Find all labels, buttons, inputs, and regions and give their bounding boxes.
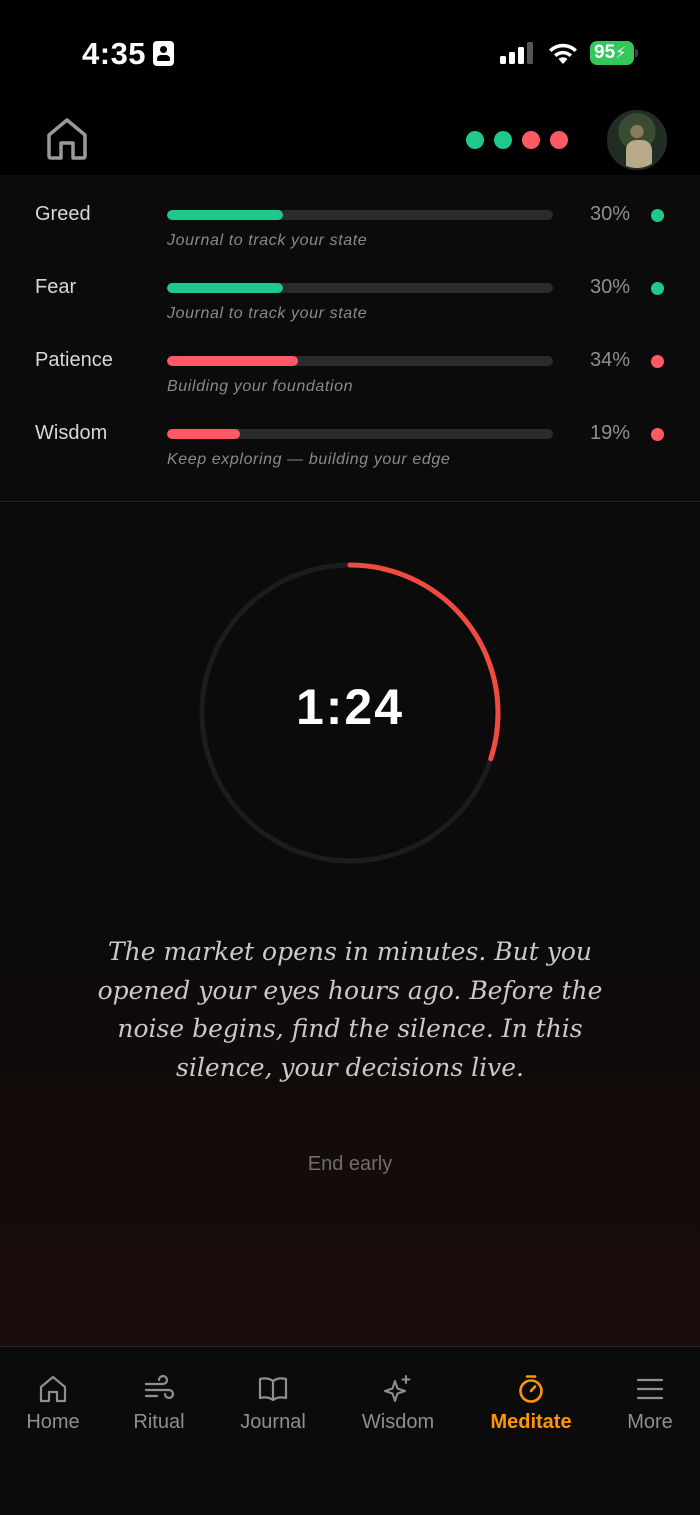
tab-ritual[interactable]: Ritual xyxy=(129,1373,189,1434)
emotion-percent: 30% xyxy=(589,276,630,298)
emotion-status-dot xyxy=(651,428,664,441)
emotion-row-greed: Greed Journal to track your state 30% xyxy=(0,175,700,249)
charging-bolt-icon: ⚡ xyxy=(615,45,627,62)
state-dot xyxy=(494,131,512,149)
tab-label: More xyxy=(627,1411,673,1433)
emotion-percent: 30% xyxy=(589,203,630,225)
emotion-bar-fill xyxy=(167,283,283,293)
tab-more[interactable]: More xyxy=(620,1373,680,1434)
meditation-quote: The market opens in minutes. But you ope… xyxy=(97,937,603,1082)
emotion-status-dot xyxy=(651,355,664,368)
emotion-bar-fill xyxy=(167,429,241,439)
id-card-icon xyxy=(153,41,174,66)
app-header xyxy=(0,105,700,175)
emotion-bar-track xyxy=(167,210,553,220)
avatar[interactable] xyxy=(607,110,667,170)
emotion-subtitle: Keep exploring — building your edge xyxy=(167,451,451,468)
emotion-bar-track xyxy=(167,283,553,293)
tab-label: Meditate xyxy=(490,1411,572,1433)
emotion-bar-fill xyxy=(167,356,299,366)
timer-display: 1:24 xyxy=(295,679,405,735)
tab-label: Ritual xyxy=(133,1411,185,1433)
emotion-label: Patience xyxy=(35,349,113,371)
emotion-bar-track xyxy=(167,429,553,439)
emotion-label: Wisdom xyxy=(35,422,108,444)
meditation-panel: 1:24 The market opens in minutes. But yo… xyxy=(0,503,700,1346)
tab-label: Journal xyxy=(240,1411,306,1433)
emotion-percent: 34% xyxy=(589,349,630,371)
state-dot xyxy=(550,131,568,149)
tab-meditate[interactable]: Meditate xyxy=(484,1373,578,1434)
battery-tip xyxy=(635,49,638,57)
tab-label: Wisdom xyxy=(361,1411,435,1433)
book-icon xyxy=(258,1377,288,1402)
emotion-bar-track xyxy=(167,356,553,366)
emotion-percent: 19% xyxy=(589,422,630,444)
timer-icon xyxy=(519,1375,543,1403)
emotion-status-dot xyxy=(651,209,664,222)
status-bar: 4:35 95⚡ xyxy=(0,0,700,105)
emotion-row-wisdom: Wisdom Keep exploring — building your ed… xyxy=(0,394,700,468)
wifi-icon xyxy=(549,43,577,64)
emotion-status-dot xyxy=(651,282,664,295)
end-early-button[interactable]: End early xyxy=(275,1153,425,1176)
home-icon xyxy=(39,1375,67,1403)
emotion-label: Greed xyxy=(35,203,91,225)
state-indicator-dots xyxy=(466,131,568,149)
menu-icon xyxy=(636,1378,664,1400)
emotion-bar-fill xyxy=(167,210,283,220)
state-dot xyxy=(522,131,540,149)
cellular-signal-icon xyxy=(500,42,536,64)
tab-wisdom[interactable]: Wisdom xyxy=(357,1373,439,1434)
emotion-label: Fear xyxy=(35,276,77,298)
battery-indicator: 95⚡ xyxy=(590,41,634,65)
home-icon[interactable] xyxy=(44,115,90,161)
tab-home[interactable]: Home xyxy=(23,1373,83,1434)
emotion-row-fear: Fear Journal to track your state 30% xyxy=(0,248,700,322)
tab-journal[interactable]: Journal xyxy=(236,1373,310,1434)
wind-icon xyxy=(144,1374,175,1400)
sparkles-icon xyxy=(384,1375,411,1402)
tab-label: Home xyxy=(26,1411,80,1433)
emotion-meters: Greed Journal to track your state 30% Fe… xyxy=(0,175,700,502)
tab-bar: Home Ritual Journal Wisdom Meditate More xyxy=(0,1346,700,1515)
emotion-row-patience: Patience Building your foundation 34% xyxy=(0,321,700,395)
state-dot xyxy=(466,131,484,149)
status-time: 4:35 xyxy=(82,36,147,71)
